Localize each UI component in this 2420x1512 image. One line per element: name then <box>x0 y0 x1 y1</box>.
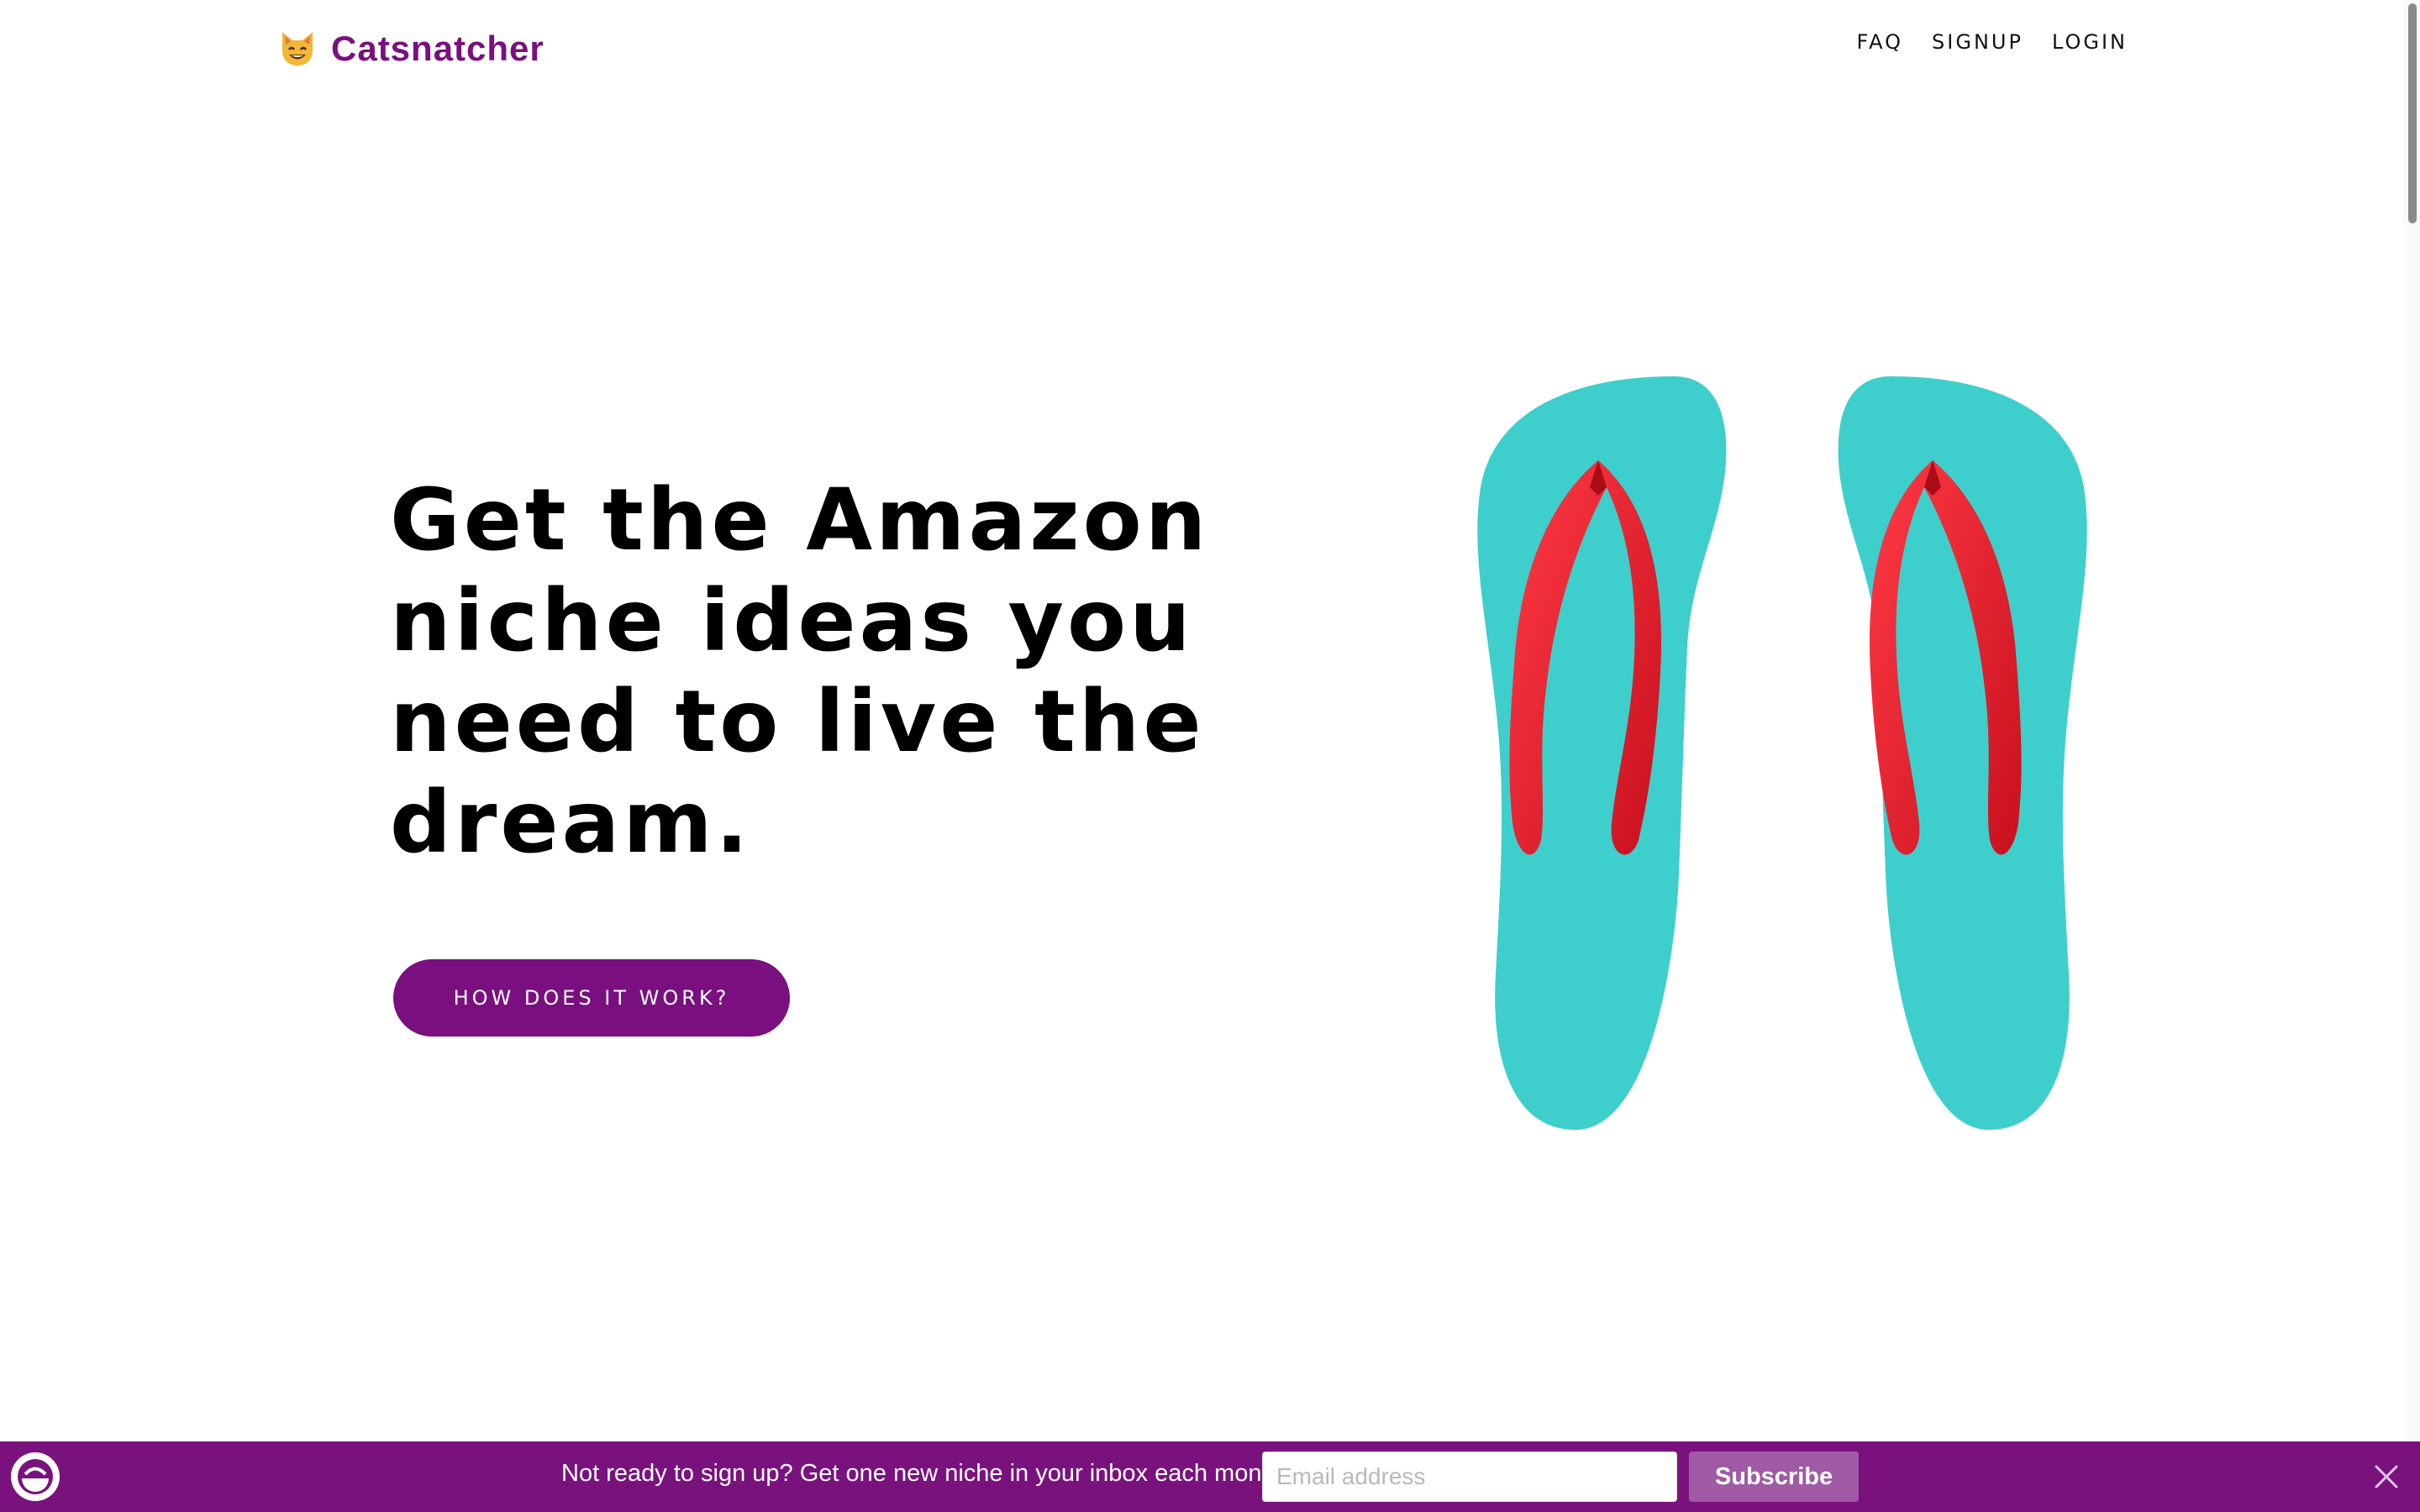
close-icon[interactable] <box>2370 1460 2403 1494</box>
nav-item-faq[interactable]: FAQ <box>1857 30 1904 54</box>
page-scrollbar[interactable] <box>2403 0 2420 1441</box>
main-nav: FAQ SIGNUP LOGIN <box>1857 30 2128 54</box>
scrollbar-thumb[interactable] <box>2408 3 2417 223</box>
site-header: Catsnatcher FAQ SIGNUP LOGIN <box>0 0 2420 94</box>
cat-face-icon <box>282 32 313 66</box>
how-does-it-work-button[interactable]: HOW DOES IT WORK? <box>393 959 790 1037</box>
right-flip-flop <box>1838 376 2087 1130</box>
nav-item-signup[interactable]: SIGNUP <box>1932 30 2023 54</box>
newsletter-logo-icon <box>11 1452 60 1501</box>
brand-logo-link[interactable]: Catsnatcher <box>277 24 544 74</box>
hero-title: Get the Amazon niche ideas you need to l… <box>390 470 1210 873</box>
newsletter-prompt: Not ready to sign up? Get one new niche … <box>561 1460 1282 1487</box>
newsletter-bar: Not ready to sign up? Get one new niche … <box>0 1441 2420 1512</box>
left-flip-flop <box>1477 376 1727 1130</box>
flip-flops-illustration <box>1477 376 2087 1130</box>
nav-item-login[interactable]: LOGIN <box>2052 30 2128 54</box>
email-field[interactable] <box>1262 1452 1677 1502</box>
subscribe-button[interactable]: Subscribe <box>1689 1452 1859 1502</box>
brand-name: Catsnatcher <box>331 29 544 68</box>
page: Catsnatcher FAQ SIGNUP LOGIN Get the Ama… <box>0 0 2420 1512</box>
